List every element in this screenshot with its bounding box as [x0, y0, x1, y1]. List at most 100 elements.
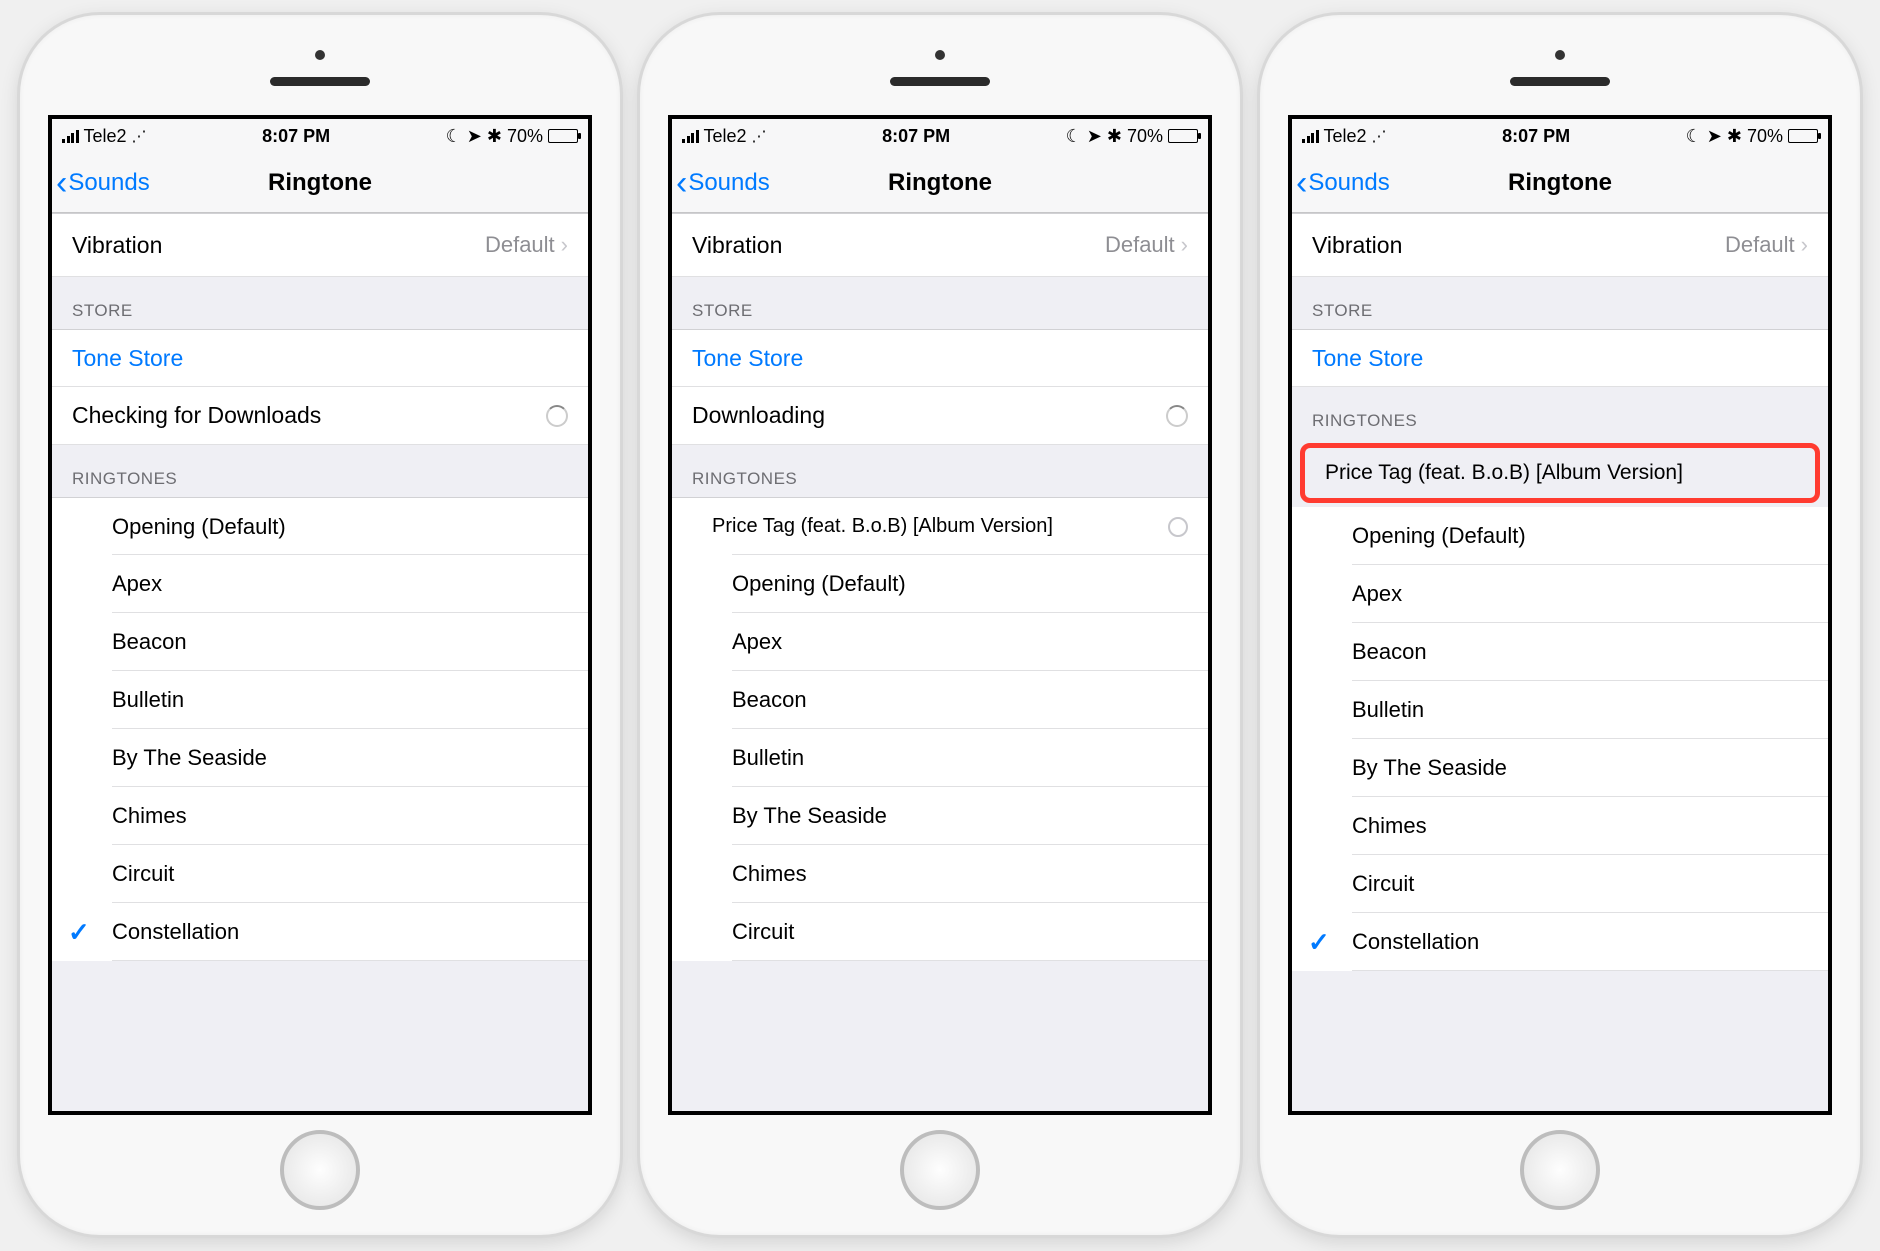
- check-icon: ✓: [68, 917, 90, 948]
- ringtone-chimes[interactable]: Chimes: [52, 787, 588, 845]
- ringtone-apex[interactable]: Apex: [672, 613, 1208, 671]
- screen: Tele2 ⋰ 8:07 PM ☾ ➤ ✱ 70% ‹ Sounds Ringt…: [668, 115, 1212, 1115]
- ringtone-opening[interactable]: Opening (Default): [52, 497, 588, 555]
- spinner-icon: [546, 405, 568, 427]
- ringtone-circuit[interactable]: Circuit: [52, 845, 588, 903]
- back-button[interactable]: ‹ Sounds: [1292, 166, 1390, 200]
- tone-store-label: Tone Store: [72, 345, 183, 372]
- dnd-icon: ☾: [446, 126, 462, 147]
- ringtone-beacon[interactable]: Beacon: [1292, 623, 1828, 681]
- ringtone-constellation[interactable]: ✓ Constellation: [1292, 913, 1828, 971]
- tone-store-row[interactable]: Tone Store: [1292, 329, 1828, 387]
- ringtone-apex[interactable]: Apex: [52, 555, 588, 613]
- vibration-value: Default: [1105, 232, 1175, 258]
- wifi-icon: ⋰: [752, 127, 767, 145]
- phone-frame: Tele2 ⋰ 8:07 PM ☾ ➤ ✱ 70% ‹ Sounds Ringt…: [640, 15, 1240, 1235]
- status-bar: Tele2 ⋰ 8:07 PM ☾ ➤ ✱ 70%: [52, 119, 588, 153]
- ringtone-price-tag[interactable]: Price Tag (feat. B.o.B) [Album Version]: [672, 497, 1208, 555]
- ringtone-circuit[interactable]: Circuit: [672, 903, 1208, 961]
- download-indicator-icon: [1168, 517, 1188, 537]
- wifi-icon: ⋰: [132, 127, 147, 145]
- content: Vibration Default › STORE Tone Store RIN…: [1292, 213, 1828, 1111]
- nav-bar: ‹ Sounds Ringtone: [672, 153, 1208, 213]
- nav-bar: ‹ Sounds Ringtone: [52, 153, 588, 213]
- home-button[interactable]: [1520, 1130, 1600, 1210]
- dnd-icon: ☾: [1686, 126, 1702, 147]
- ringtone-apex[interactable]: Apex: [1292, 565, 1828, 623]
- ringtone-circuit[interactable]: Circuit: [1292, 855, 1828, 913]
- spinner-icon: [1166, 405, 1188, 427]
- phone-frame: Tele2 ⋰ 8:07 PM ☾ ➤ ✱ 70% ‹ Sounds Ringt…: [20, 15, 620, 1235]
- status-bar: Tele2 ⋰ 8:07 PM ☾ ➤ ✱ 70%: [672, 119, 1208, 153]
- location-icon: ➤: [1707, 126, 1722, 147]
- screen: Tele2 ⋰ 8:07 PM ☾ ➤ ✱ 70% ‹ Sounds Ringt…: [48, 115, 592, 1115]
- check-icon: ✓: [1308, 927, 1330, 958]
- ringtone-beacon[interactable]: Beacon: [672, 671, 1208, 729]
- chevron-right-icon: ›: [1181, 232, 1188, 258]
- battery-icon: [1168, 129, 1198, 143]
- speaker-slot: [1510, 77, 1610, 86]
- location-icon: ➤: [467, 126, 482, 147]
- vibration-label: Vibration: [72, 232, 162, 259]
- home-button[interactable]: [900, 1130, 980, 1210]
- ringtone-seaside[interactable]: By The Seaside: [52, 729, 588, 787]
- ringtone-bulletin[interactable]: Bulletin: [1292, 681, 1828, 739]
- download-status-label: Checking for Downloads: [72, 402, 321, 429]
- vibration-label: Vibration: [692, 232, 782, 259]
- status-time: 8:07 PM: [882, 126, 950, 147]
- ringtone-opening[interactable]: Opening (Default): [1292, 507, 1828, 565]
- ringtones-header: RINGTONES: [1292, 387, 1828, 439]
- chevron-right-icon: ›: [1801, 232, 1808, 258]
- download-status-row[interactable]: Checking for Downloads: [52, 387, 588, 445]
- battery-pct: 70%: [507, 126, 543, 147]
- content: Vibration Default › STORE Tone Store Che…: [52, 213, 588, 1111]
- status-bar: Tele2 ⋰ 8:07 PM ☾ ➤ ✱ 70%: [1292, 119, 1828, 153]
- speaker-slot: [890, 77, 990, 86]
- ringtone-constellation[interactable]: ✓ Constellation: [52, 903, 588, 961]
- ringtone-beacon[interactable]: Beacon: [52, 613, 588, 671]
- chevron-left-icon: ‹: [56, 166, 67, 200]
- chevron-left-icon: ‹: [676, 166, 687, 200]
- vibration-row[interactable]: Vibration Default ›: [672, 213, 1208, 277]
- ringtone-seaside[interactable]: By The Seaside: [1292, 739, 1828, 797]
- battery-icon: [548, 129, 578, 143]
- dnd-icon: ☾: [1066, 126, 1082, 147]
- ringtones-header: RINGTONES: [672, 445, 1208, 497]
- ringtone-seaside[interactable]: By The Seaside: [672, 787, 1208, 845]
- tone-store-row[interactable]: Tone Store: [52, 329, 588, 387]
- store-header: STORE: [52, 277, 588, 329]
- content: Vibration Default › STORE Tone Store Dow…: [672, 213, 1208, 1111]
- chevron-right-icon: ›: [561, 232, 568, 258]
- back-button[interactable]: ‹ Sounds: [52, 166, 150, 200]
- back-label: Sounds: [68, 169, 149, 197]
- status-time: 8:07 PM: [1502, 126, 1570, 147]
- carrier-label: Tele2: [1324, 126, 1367, 147]
- ringtone-bulletin[interactable]: Bulletin: [52, 671, 588, 729]
- wifi-icon: ⋰: [1372, 127, 1387, 145]
- store-header: STORE: [1292, 277, 1828, 329]
- tone-store-label: Tone Store: [692, 345, 803, 372]
- vibration-value: Default: [1725, 232, 1795, 258]
- home-button[interactable]: [280, 1130, 360, 1210]
- back-label: Sounds: [688, 169, 769, 197]
- ringtone-price-tag[interactable]: Price Tag (feat. B.o.B) [Album Version]: [1305, 448, 1815, 498]
- ringtone-chimes[interactable]: Chimes: [672, 845, 1208, 903]
- bluetooth-icon: ✱: [1107, 126, 1122, 147]
- back-label: Sounds: [1308, 169, 1389, 197]
- vibration-value: Default: [485, 232, 555, 258]
- tone-store-row[interactable]: Tone Store: [672, 329, 1208, 387]
- chevron-left-icon: ‹: [1296, 166, 1307, 200]
- bluetooth-icon: ✱: [487, 126, 502, 147]
- ringtone-bulletin[interactable]: Bulletin: [672, 729, 1208, 787]
- back-button[interactable]: ‹ Sounds: [672, 166, 770, 200]
- ringtone-chimes[interactable]: Chimes: [1292, 797, 1828, 855]
- download-status-row[interactable]: Downloading: [672, 387, 1208, 445]
- download-status-label: Downloading: [692, 402, 825, 429]
- screen: Tele2 ⋰ 8:07 PM ☾ ➤ ✱ 70% ‹ Sounds Ringt…: [1288, 115, 1832, 1115]
- highlight-annotation: Price Tag (feat. B.o.B) [Album Version]: [1300, 443, 1820, 503]
- vibration-row[interactable]: Vibration Default ›: [52, 213, 588, 277]
- bluetooth-icon: ✱: [1727, 126, 1742, 147]
- nav-bar: ‹ Sounds Ringtone: [1292, 153, 1828, 213]
- vibration-row[interactable]: Vibration Default ›: [1292, 213, 1828, 277]
- ringtone-opening[interactable]: Opening (Default): [672, 555, 1208, 613]
